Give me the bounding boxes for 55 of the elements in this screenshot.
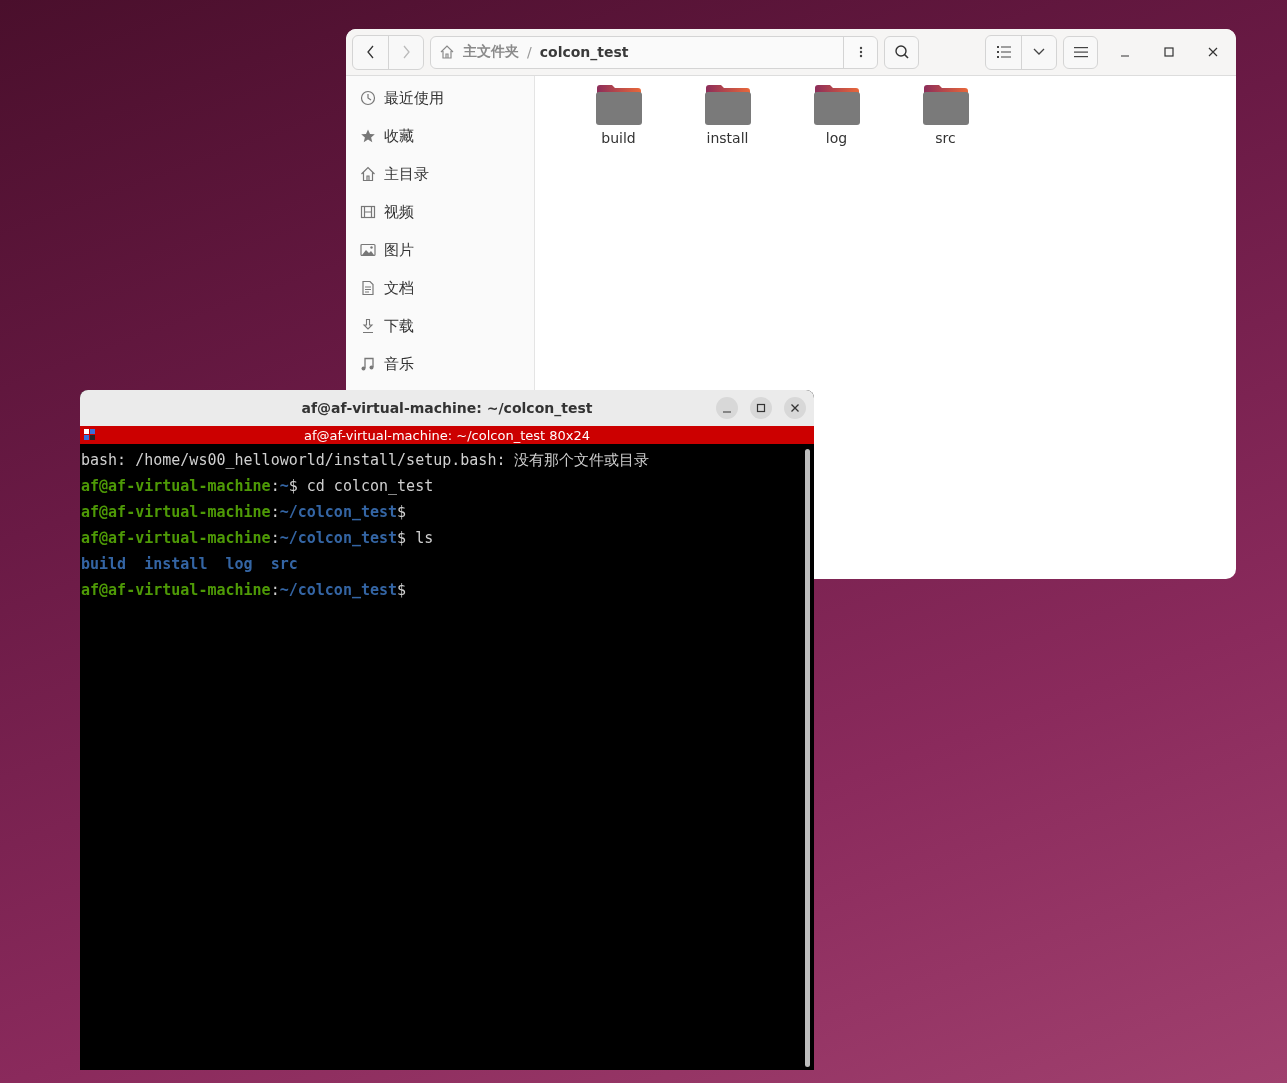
chevron-right-icon	[401, 45, 411, 59]
list-view-icon	[996, 46, 1011, 58]
sidebar-item[interactable]: 视频	[346, 193, 534, 231]
folder-item[interactable]: src	[891, 84, 1000, 146]
path-separator: /	[527, 44, 532, 60]
sidebar-item[interactable]: 主目录	[346, 155, 534, 193]
sidebar-item[interactable]: 下载	[346, 307, 534, 345]
folder-icon	[703, 84, 752, 126]
more-options-icon	[858, 46, 863, 58]
terminal-line: af@af-virtual-machine:~/colcon_test$	[81, 580, 407, 601]
image-icon	[360, 242, 376, 258]
breadcrumb[interactable]: colcon_test	[539, 44, 629, 60]
home-icon	[360, 166, 376, 182]
folder-item[interactable]: log	[782, 84, 891, 146]
menu-icon	[1073, 46, 1088, 58]
chevron-left-icon	[365, 45, 376, 59]
sidebar-item[interactable]: 图片	[346, 231, 534, 269]
maximize-button[interactable]	[750, 397, 772, 419]
terminal-line: af@af-virtual-machine:~$ cd colcon_test	[81, 476, 434, 497]
scrollbar[interactable]	[805, 449, 810, 1067]
sidebar-item[interactable]: 最近使用	[346, 79, 534, 117]
folder-item[interactable]: build	[564, 84, 673, 146]
close-icon	[790, 403, 800, 413]
sidebar-item[interactable]: 收藏	[346, 117, 534, 155]
star-icon	[360, 128, 376, 144]
terminal-line: build install log src	[81, 554, 298, 575]
sidebar-item[interactable]: 音乐	[346, 345, 534, 383]
maximize-icon	[1164, 47, 1174, 57]
download-icon	[360, 318, 376, 334]
document-icon	[360, 280, 376, 296]
folder-icon	[594, 84, 643, 126]
window-menu-icon[interactable]	[84, 429, 96, 441]
folder-icon	[921, 84, 970, 126]
music-note-icon	[360, 356, 376, 372]
maximize-icon	[756, 403, 766, 413]
search-button[interactable]	[884, 35, 919, 69]
minimize-icon	[723, 411, 731, 413]
menu-button[interactable]	[1063, 35, 1098, 69]
folder-item[interactable]: install	[673, 84, 782, 146]
close-icon	[1208, 47, 1218, 57]
sidebar-item[interactable]: 文档	[346, 269, 534, 307]
folder-icon	[812, 84, 861, 126]
window-title: af@af-virtual-machine: ~/colcon_test	[301, 400, 593, 416]
terminal-line: bash: /home/ws00_helloworld/install/setup.bash: 没有那个文件或目录	[81, 450, 650, 471]
terminal-line: af@af-virtual-machine:~/colcon_test$ ls	[81, 528, 434, 549]
terminal-banner-text: af@af-virtual-machine: ~/colcon_test 80x24	[303, 427, 591, 443]
search-icon	[893, 44, 910, 60]
close-button[interactable]	[784, 397, 806, 419]
minimize-button[interactable]	[716, 397, 738, 419]
caret-icon	[1033, 48, 1045, 56]
film-icon	[360, 204, 376, 220]
clock-icon	[360, 90, 376, 106]
home-icon	[439, 44, 455, 60]
terminal-line: af@af-virtual-machine:~/colcon_test$	[81, 502, 407, 523]
minimize-icon	[1120, 55, 1130, 57]
